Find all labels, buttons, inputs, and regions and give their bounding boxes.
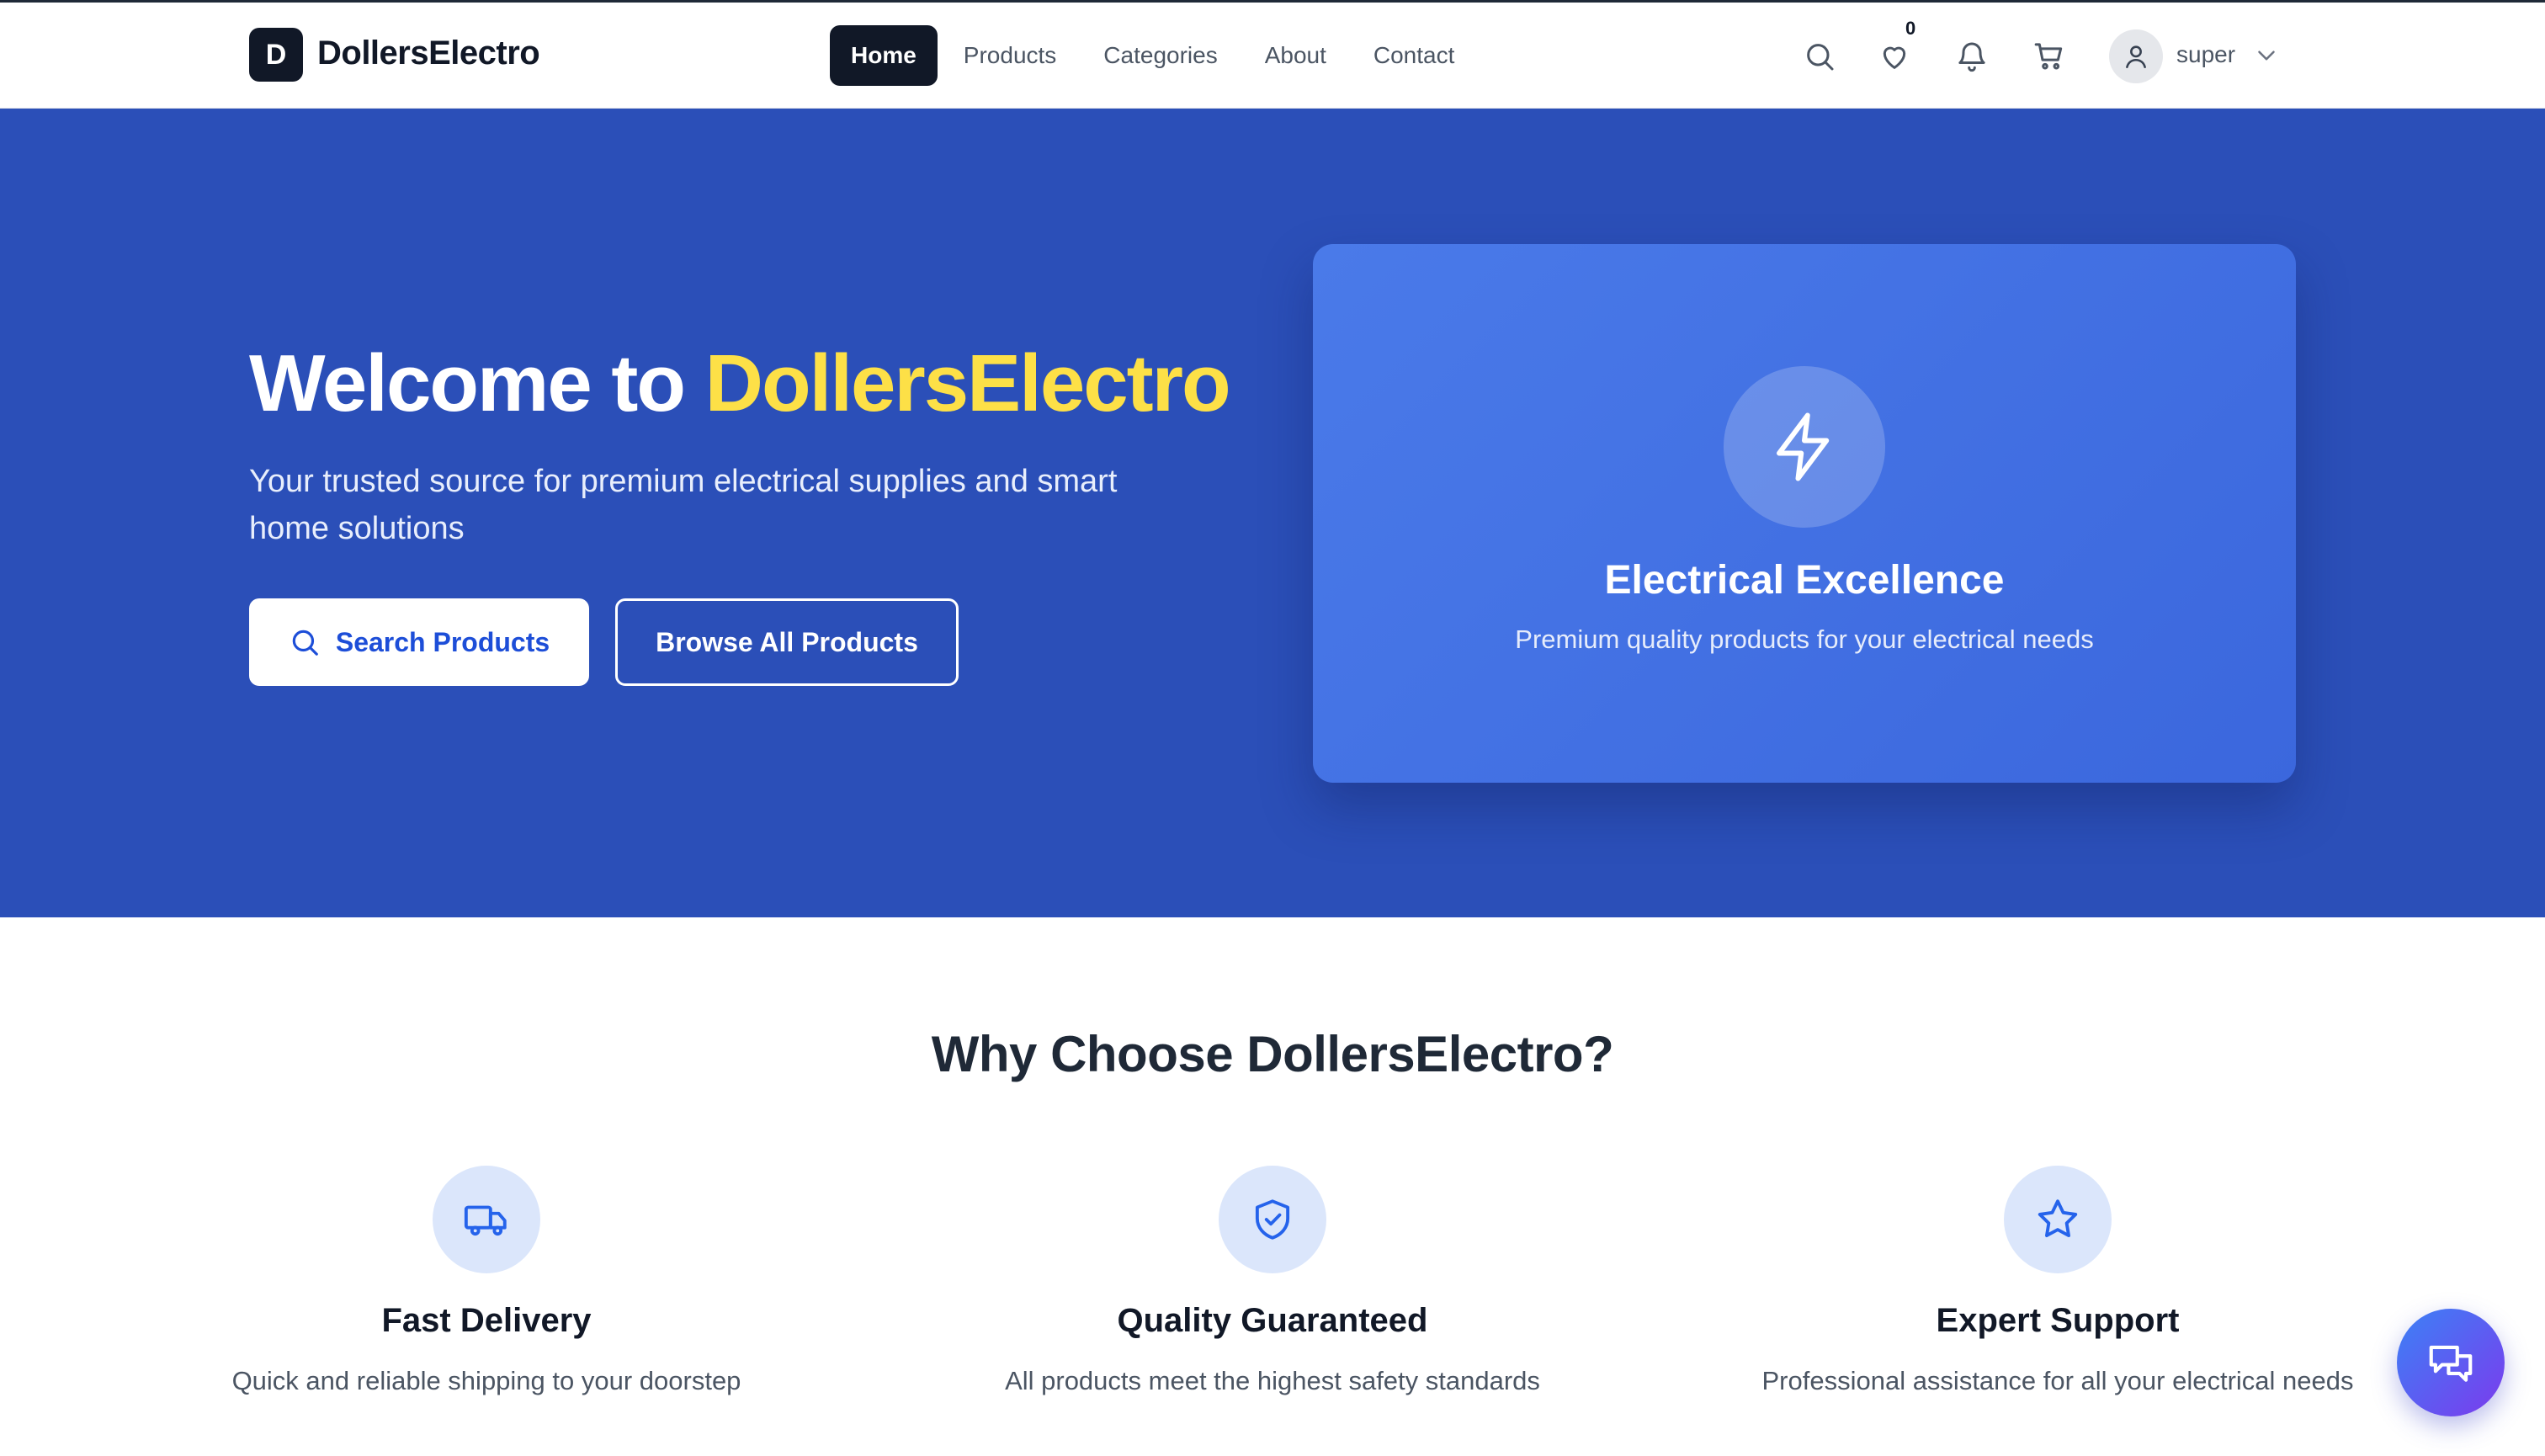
feature-description: Professional assistance for all your ele… (1761, 1366, 2354, 1395)
cart-button[interactable] (2026, 33, 2073, 80)
feature-icon-badge (433, 1166, 540, 1273)
hero-feature-card: Electrical Excellence Premium quality pr… (1313, 244, 2296, 783)
feature-title: Fast Delivery (381, 1302, 592, 1339)
bell-icon (1958, 42, 1985, 72)
feature-description: All products meet the highest safety sta… (1005, 1366, 1540, 1395)
user-avatar[interactable] (2109, 29, 2163, 83)
user-name[interactable]: super (2176, 41, 2235, 68)
wishlist-button[interactable] (1871, 33, 1918, 80)
heart-icon (1883, 46, 1906, 69)
feature-icon-badge (2004, 1166, 2112, 1273)
hero-subtitle: Your trusted source for premium electric… (249, 464, 1118, 546)
truck-icon (464, 1205, 507, 1236)
top-navbar: D DollersElectro Home Products Categorie… (0, 0, 2545, 109)
star-icon (2038, 1199, 2078, 1238)
nav-categories[interactable]: Categories (1082, 25, 1238, 86)
hero-title-accent: DollersElectro (704, 338, 1231, 428)
search-products-label: Search Products (335, 626, 550, 657)
wishlist-count-badge: 0 (1905, 18, 1916, 39)
nav-home[interactable]: Home (830, 25, 938, 86)
browse-all-products-button[interactable]: Browse All Products (615, 598, 959, 686)
brand-name[interactable]: DollersElectro (317, 35, 540, 72)
main-nav: Home Products Categories About Contact (830, 25, 1480, 86)
hero-title: Welcome to DollersElectro (249, 337, 1231, 430)
search-products-button[interactable]: Search Products (249, 598, 589, 686)
card-title: Electrical Excellence (1604, 558, 2005, 603)
hero-section: Welcome to DollersElectro Your trusted s… (0, 109, 2545, 917)
lightning-icon (1777, 412, 1830, 481)
nav-products[interactable]: Products (943, 25, 1078, 86)
browse-all-products-label: Browse All Products (656, 626, 918, 657)
feature-quality-guaranteed: Quality Guaranteed All products meet the… (894, 1166, 1651, 1418)
shield-check-icon (1255, 1199, 1290, 1240)
feature-expert-support: Expert Support Professional assistance f… (1679, 1166, 2436, 1418)
search-icon (1807, 44, 1834, 71)
card-icon-badge (1724, 366, 1885, 528)
nav-contact[interactable]: Contact (1352, 25, 1476, 86)
card-subtitle: Premium quality products for your electr… (1515, 624, 2094, 654)
cart-icon (2034, 43, 2063, 70)
hero-title-prefix: Welcome to (249, 338, 705, 428)
notifications-button[interactable] (1948, 33, 1995, 80)
search-icon (292, 630, 318, 656)
feature-description: Quick and reliable shipping to your door… (231, 1366, 741, 1395)
feature-fast-delivery: Fast Delivery Quick and reliable shippin… (108, 1166, 865, 1418)
feature-icon-badge (1219, 1166, 1326, 1273)
logo-mark[interactable]: D (249, 28, 303, 82)
search-button[interactable] (1796, 33, 1843, 80)
chat-icon (2429, 1345, 2473, 1382)
features-title: Why Choose DollersElectro? (931, 1026, 1614, 1082)
feature-title: Quality Guaranteed (1117, 1302, 1428, 1339)
chevron-down-icon[interactable] (2252, 41, 2281, 70)
user-icon (2126, 45, 2146, 69)
chat-button[interactable] (2397, 1309, 2505, 1416)
feature-title: Expert Support (1936, 1302, 2180, 1339)
nav-about[interactable]: About (1244, 25, 1347, 86)
